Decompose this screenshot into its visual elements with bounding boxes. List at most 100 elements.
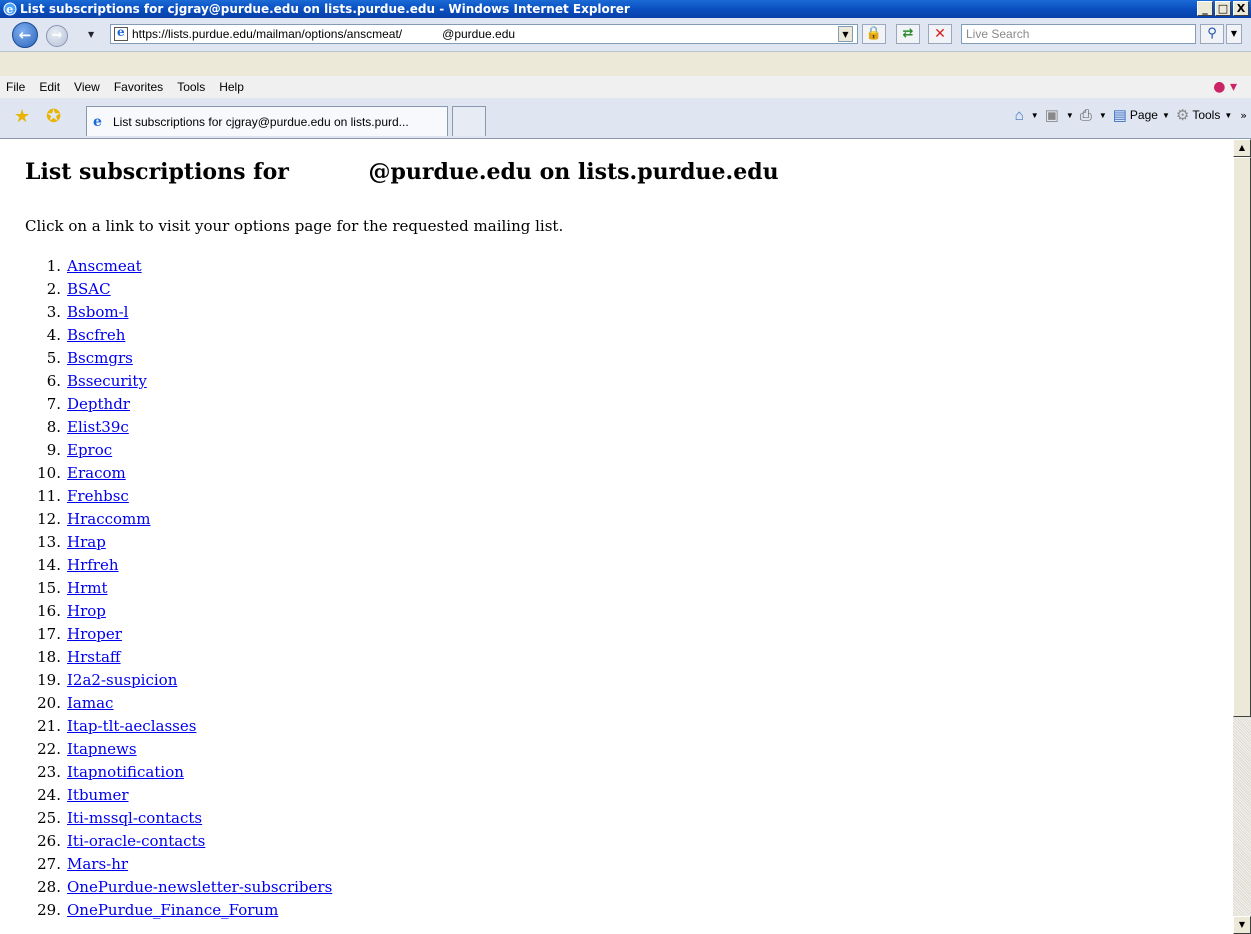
address-dropdown-button[interactable]: ▼ — [838, 26, 853, 42]
back-arrow-icon: ← — [18, 26, 32, 44]
printer-icon: ⎙ — [1079, 106, 1092, 124]
scroll-thumb[interactable] — [1233, 157, 1251, 717]
window-controls: _ □ X — [1197, 1, 1249, 16]
page-icon: ▤ — [1112, 107, 1127, 124]
ie-logo-icon: e — [3, 2, 17, 16]
svg-text:e: e — [6, 3, 13, 16]
forward-arrow-icon: → — [51, 28, 63, 43]
feeds-button[interactable]: ▣ ▼ — [1045, 106, 1074, 124]
list-link[interactable]: Elist39c — [67, 416, 129, 439]
page-menu-button[interactable]: ▤ Page ▼ — [1113, 106, 1170, 124]
list-link[interactable]: I2a2-suspicion — [67, 669, 177, 692]
list-link[interactable]: OnePurdue_Finance_Forum — [67, 899, 278, 922]
list-link[interactable]: Hrfreh — [67, 554, 119, 577]
menu-edit[interactable]: Edit — [39, 80, 60, 94]
list-item: 4. Bscfreh — [25, 324, 332, 347]
redacted-area — [402, 25, 443, 43]
close-button[interactable]: X — [1233, 1, 1249, 16]
scroll-down-button[interactable]: ▼ — [1233, 916, 1251, 934]
search-options-dropdown[interactable]: ▼ — [1226, 24, 1242, 44]
list-link[interactable]: Frehbsc — [67, 485, 129, 508]
maximize-button[interactable]: □ — [1215, 1, 1231, 16]
menu-help[interactable]: Help — [219, 80, 244, 94]
stop-button[interactable]: ✕ — [928, 24, 952, 44]
list-link[interactable]: Iti-oracle-contacts — [67, 830, 205, 853]
scroll-up-button[interactable]: ▲ — [1233, 139, 1251, 157]
list-item-number: 11. — [37, 487, 61, 505]
toolbar-gadget-icon[interactable]: ● ▾ — [1213, 79, 1237, 95]
recent-pages-dropdown[interactable]: ▼ — [88, 30, 94, 39]
list-item-number: 6. — [46, 372, 61, 390]
list-link[interactable]: Hrstaff — [67, 646, 121, 669]
menu-tools[interactable]: Tools — [177, 80, 205, 94]
list-item-number: 18. — [37, 648, 61, 666]
favorites-center-icon[interactable]: ★ — [14, 106, 30, 127]
list-link[interactable]: Hroper — [67, 623, 122, 646]
list-link[interactable]: Hraccomm — [67, 508, 150, 531]
page-icon — [114, 25, 128, 41]
list-item: 8. Elist39c — [25, 416, 332, 439]
overflow-chevron-icon[interactable]: » — [1240, 109, 1247, 122]
list-link[interactable]: Bscfreh — [67, 324, 125, 347]
address-toolbar: ← → ▼ https://lists.purdue.edu/mailman/o… — [0, 18, 1251, 52]
home-button[interactable]: ⌂ ▼ — [1015, 107, 1039, 124]
list-item: 27. Mars-hr — [25, 853, 332, 876]
list-item: 23. Itapnotification — [25, 761, 332, 784]
list-item-number: 7. — [46, 395, 61, 413]
list-link[interactable]: Hrop — [67, 600, 106, 623]
list-link[interactable]: Eproc — [67, 439, 112, 462]
vertical-scrollbar[interactable]: ▲ ▼ — [1233, 139, 1251, 934]
security-lock-icon[interactable]: 🔒 — [862, 24, 886, 44]
new-tab-button[interactable] — [452, 106, 486, 136]
list-link[interactable]: Anscmeat — [67, 255, 142, 278]
list-item-number: 22. — [37, 740, 61, 758]
window-title: List subscriptions for cjgray@purdue.edu… — [20, 2, 630, 16]
search-button[interactable]: ⚲ — [1200, 24, 1224, 44]
list-link[interactable]: Hrmt — [67, 577, 108, 600]
gear-icon: ⚙ — [1175, 107, 1190, 124]
menu-favorites[interactable]: Favorites — [114, 80, 163, 94]
list-link[interactable]: Iamac — [67, 692, 113, 715]
list-link[interactable]: Bssecurity — [67, 370, 147, 393]
list-item-number: 3. — [46, 303, 61, 321]
list-item: 16. Hrop — [25, 600, 332, 623]
tools-menu-button[interactable]: ⚙ Tools ▼ — [1176, 106, 1232, 124]
list-link[interactable]: Iti-mssql-contacts — [67, 807, 202, 830]
list-item: 26. Iti-oracle-contacts — [25, 830, 332, 853]
list-link[interactable]: Itapnotification — [67, 761, 184, 784]
list-item: 18. Hrstaff — [25, 646, 332, 669]
list-link[interactable]: Bscmgrs — [67, 347, 133, 370]
list-link[interactable]: Depthdr — [67, 393, 130, 416]
list-item-number: 16. — [37, 602, 61, 620]
list-item: 20. Iamac — [25, 692, 332, 715]
list-link[interactable]: Bsbom-l — [67, 301, 128, 324]
menu-view[interactable]: View — [74, 80, 100, 94]
page-dropdown-icon: ▼ — [1161, 110, 1170, 120]
tab-current[interactable]: e List subscriptions for cjgray@purdue.e… — [86, 106, 448, 136]
menu-bar: File Edit View Favorites Tools Help ● ▾ — [0, 76, 1251, 99]
address-field[interactable]: https://lists.purdue.edu/mailman/options… — [110, 24, 858, 44]
add-favorite-icon[interactable]: ✪ — [46, 106, 61, 127]
menu-file[interactable]: File — [6, 80, 25, 94]
list-item-number: 2. — [46, 280, 61, 298]
list-link[interactable]: Eracom — [67, 462, 126, 485]
list-link[interactable]: Itap-tlt-aeclasses — [67, 715, 196, 738]
list-item-number: 20. — [37, 694, 61, 712]
list-item-number: 9. — [46, 441, 61, 459]
page-title-prefix: List subscriptions for — [25, 159, 297, 185]
list-link[interactable]: Mars-hr — [67, 853, 128, 876]
list-link[interactable]: BSAC — [67, 278, 111, 301]
list-item: 14. Hrfreh — [25, 554, 332, 577]
minimize-button[interactable]: _ — [1197, 1, 1213, 16]
page-content: List subscriptions for @purdue.edu on li… — [0, 139, 1233, 934]
back-button[interactable]: ← — [12, 22, 38, 48]
list-link[interactable]: Itbumer — [67, 784, 129, 807]
refresh-button[interactable]: ⇄ — [896, 24, 920, 44]
list-item: 21. Itap-tlt-aeclasses — [25, 715, 332, 738]
print-button[interactable]: ⎙ ▼ — [1080, 107, 1107, 124]
search-input[interactable]: Live Search — [961, 24, 1196, 44]
forward-button[interactable]: → — [46, 25, 68, 47]
list-link[interactable]: Itapnews — [67, 738, 137, 761]
list-link[interactable]: Hrap — [67, 531, 106, 554]
list-link[interactable]: OnePurdue-newsletter-subscribers — [67, 876, 332, 899]
